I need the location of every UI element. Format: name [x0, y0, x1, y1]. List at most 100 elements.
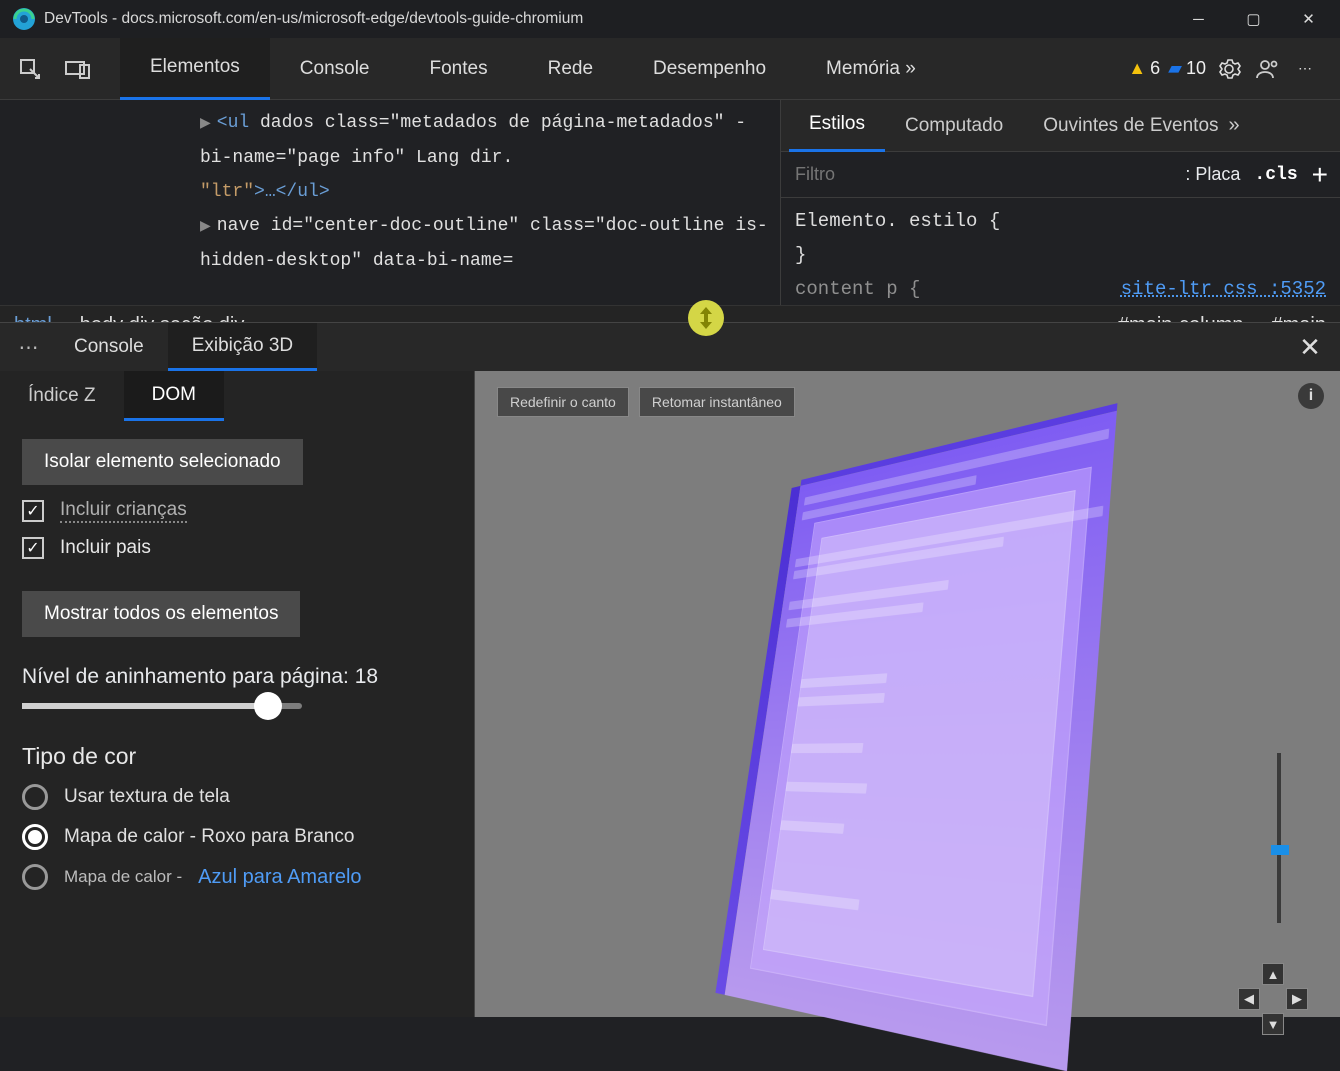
- showall-button[interactable]: Mostrar todos os elementos: [22, 591, 300, 637]
- isolate-button[interactable]: Isolar elemento selecionado: [22, 439, 303, 485]
- drawer: ⋯ Console Exibição 3D ✕ Índice Z DOM Iso…: [0, 322, 1340, 1017]
- inspect-element-icon[interactable]: [10, 49, 50, 89]
- styles-filter-input[interactable]: [781, 164, 1185, 185]
- warnings-badge[interactable]: ▲ 6: [1128, 58, 1160, 79]
- radio-screen-texture[interactable]: Usar textura de tela: [22, 784, 452, 810]
- radio-icon: [22, 784, 48, 810]
- add-style-button[interactable]: +: [1312, 159, 1328, 191]
- tab-network-label: Rede: [548, 58, 593, 80]
- main-toolbar: Elementos Console Fontes Rede Desempenho…: [0, 38, 1340, 100]
- info-icon[interactable]: i: [1298, 383, 1324, 409]
- tab-dom-3d-label: DOM: [152, 384, 196, 406]
- devtools-icon: [12, 7, 36, 31]
- radio-heatmap-purple[interactable]: Mapa de calor - Roxo para Branco: [22, 824, 452, 850]
- zoom-slider[interactable]: [1274, 753, 1284, 923]
- tab-sources[interactable]: Fontes: [400, 38, 518, 100]
- hov-toggle[interactable]: : Placa: [1185, 164, 1240, 185]
- dom-line: nave id="center-doc-outline" class="doc-…: [200, 216, 768, 271]
- minimize-button[interactable]: ─: [1171, 0, 1226, 38]
- styles-pane: Estilos Computado Ouvintes de Eventos » :…: [780, 100, 1340, 305]
- disclosure-icon[interactable]: ▶: [200, 219, 217, 235]
- drawer-tab-3dview[interactable]: Exibição 3D: [168, 323, 317, 371]
- dom-attr-value: "ltr": [200, 182, 254, 202]
- radio-icon: [22, 864, 48, 890]
- checkbox-include-children[interactable]: Incluir crianças: [22, 499, 452, 523]
- nesting-label: Nível de aninhamento para página: 18: [22, 665, 452, 689]
- elements-panel: ▶<ul dados class="metadados de página-me…: [0, 100, 1340, 305]
- drawer-tab-console-label: Console: [74, 336, 144, 358]
- drawer-tab-3dview-label: Exibição 3D: [192, 335, 293, 357]
- resize-handle[interactable]: [688, 300, 724, 336]
- checkbox-icon: [22, 537, 44, 559]
- radio-icon: [22, 824, 48, 850]
- tab-styles[interactable]: Estilos: [789, 100, 885, 152]
- checkbox-label: Incluir crianças: [60, 499, 187, 523]
- warnings-count: 6: [1150, 58, 1160, 79]
- dom-3d-model[interactable]: [724, 411, 1116, 1071]
- checkbox-label: Incluir pais: [60, 537, 151, 559]
- radio-heatmap-blue[interactable]: Mapa de calor - Azul para Amarelo: [22, 864, 452, 890]
- titlebar: DevTools - docs.microsoft.com/en-us/micr…: [0, 0, 1340, 38]
- tab-event-listeners[interactable]: Ouvintes de Eventos »: [1023, 100, 1259, 152]
- messages-count: 10: [1186, 58, 1206, 79]
- tab-performance-label: Desempenho: [653, 58, 766, 80]
- nesting-slider[interactable]: [22, 703, 302, 709]
- tab-elements-label: Elementos: [150, 56, 240, 78]
- tab-elements[interactable]: Elementos: [120, 38, 270, 100]
- dom-attrs: dados class="metadados de página-metadad…: [200, 113, 746, 168]
- drawer-close-button[interactable]: ✕: [1290, 327, 1330, 367]
- style-selector: content p {: [795, 272, 920, 305]
- zoom-thumb[interactable]: [1271, 845, 1289, 855]
- tab-dom-3d[interactable]: DOM: [124, 371, 224, 421]
- styles-rules[interactable]: Elemento. estilo { } content p { site-lt…: [781, 198, 1340, 305]
- dom-closetag: >…</ul>: [254, 182, 330, 202]
- reset-corner-button[interactable]: Redefinir o canto: [497, 387, 629, 417]
- device-toggle-icon[interactable]: [58, 49, 98, 89]
- tab-zindex-label: Índice Z: [28, 385, 96, 407]
- dom-tree[interactable]: ▶<ul dados class="metadados de página-me…: [0, 100, 780, 305]
- view3d-sidebar: Índice Z DOM Isolar elemento selecionado…: [0, 371, 475, 1017]
- style-rule: Elemento. estilo {: [795, 204, 1326, 238]
- style-source-link[interactable]: site-ltr css :5352: [1121, 272, 1326, 305]
- checkbox-include-parents[interactable]: Incluir pais: [22, 537, 452, 559]
- close-window-button[interactable]: ✕: [1281, 0, 1336, 38]
- tab-sources-label: Fontes: [430, 58, 488, 80]
- pan-left-button[interactable]: ◀: [1238, 988, 1260, 1010]
- pan-up-button[interactable]: ▲: [1262, 963, 1284, 985]
- checkbox-icon: [22, 500, 44, 522]
- warning-icon: ▲: [1128, 58, 1146, 79]
- tab-memory[interactable]: Memória »: [796, 38, 946, 100]
- tab-network[interactable]: Rede: [518, 38, 623, 100]
- radio-label-link: Azul para Amarelo: [198, 866, 361, 889]
- window-title: DevTools - docs.microsoft.com/en-us/micr…: [44, 10, 583, 28]
- pan-down-button[interactable]: ▼: [1262, 1013, 1284, 1035]
- maximize-button[interactable]: ▢: [1226, 0, 1281, 38]
- pan-right-button[interactable]: ▶: [1286, 988, 1308, 1010]
- tab-console[interactable]: Console: [270, 38, 400, 100]
- tab-performance[interactable]: Desempenho: [623, 38, 796, 100]
- messages-badge[interactable]: ▰ 10: [1168, 58, 1206, 79]
- more-menu-icon[interactable]: ⋯: [1290, 54, 1320, 84]
- profile-icon[interactable]: [1252, 54, 1282, 84]
- slider-thumb[interactable]: [254, 692, 282, 720]
- disclosure-icon[interactable]: ▶: [200, 116, 217, 132]
- tab-computed-label: Computado: [905, 115, 1003, 137]
- tab-events-label: Ouvintes de Eventos: [1043, 115, 1218, 137]
- tab-console-label: Console: [300, 58, 370, 80]
- radio-label-prefix: Mapa de calor -: [64, 867, 182, 887]
- tab-styles-label: Estilos: [809, 113, 865, 135]
- more-tabs-icon[interactable]: »: [1229, 114, 1240, 137]
- tab-memory-label: Memória »: [826, 58, 916, 80]
- drawer-more-icon[interactable]: ⋯: [10, 335, 50, 360]
- view3d-viewport[interactable]: Redefinir o canto Retomar instantâneo i: [475, 371, 1340, 1017]
- retake-snapshot-button[interactable]: Retomar instantâneo: [639, 387, 795, 417]
- tab-computed[interactable]: Computado: [885, 100, 1023, 152]
- tab-zindex[interactable]: Índice Z: [0, 371, 124, 421]
- cls-toggle[interactable]: .cls: [1254, 165, 1297, 185]
- dom-tag: <ul: [217, 113, 249, 133]
- radio-label: Usar textura de tela: [64, 786, 230, 808]
- drawer-tab-console[interactable]: Console: [50, 323, 168, 371]
- message-icon: ▰: [1168, 58, 1182, 79]
- style-rule: }: [795, 238, 1326, 272]
- settings-icon[interactable]: [1214, 54, 1244, 84]
